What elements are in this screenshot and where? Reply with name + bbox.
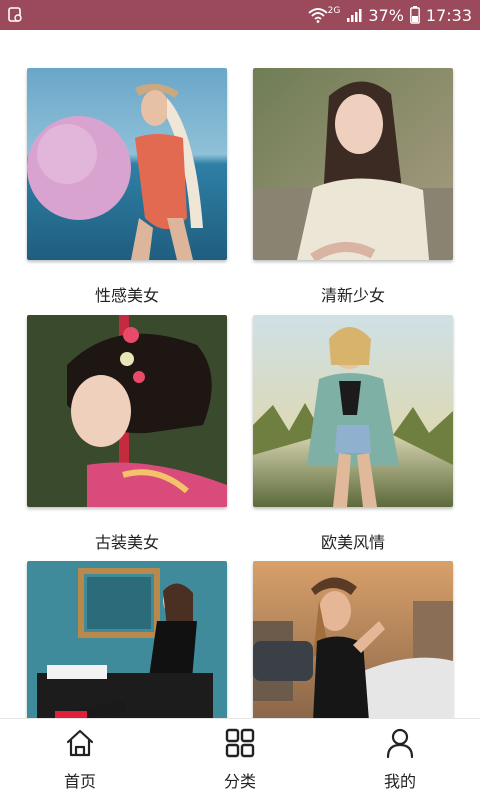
tab-category-label: 分类 xyxy=(223,772,256,791)
tab-mine[interactable]: 我的 xyxy=(320,719,480,801)
grid-icon xyxy=(225,728,255,758)
battery-icon xyxy=(409,6,420,24)
photo-kimono-woman[interactable] xyxy=(27,315,227,507)
tab-home-label: 首页 xyxy=(63,772,96,791)
category-card-5[interactable] xyxy=(27,561,227,718)
category-grid: 性感美女 清新少女 古装美女 欧美风情 xyxy=(0,30,480,718)
wifi-icon xyxy=(308,8,328,23)
screen-record-icon xyxy=(8,7,22,22)
network-type: 2G xyxy=(327,6,341,16)
battery-percent: 37% xyxy=(368,5,404,25)
category-label: 清新少女 xyxy=(320,286,385,305)
photo-young-woman[interactable] xyxy=(253,68,453,260)
category-label: 欧美风情 xyxy=(320,533,385,552)
category-card-4[interactable]: 欧美风情 xyxy=(253,315,453,552)
signal-icon xyxy=(347,9,362,22)
user-icon xyxy=(386,728,414,759)
tab-category[interactable]: 分类 xyxy=(160,719,320,801)
category-card-2[interactable]: 清新少女 xyxy=(253,68,453,305)
clock: 17:33 xyxy=(425,5,472,25)
tab-home[interactable]: 首页 xyxy=(0,719,160,801)
photo-piano-woman[interactable] xyxy=(27,561,227,718)
photo-western-woman[interactable] xyxy=(253,315,453,507)
category-card-3[interactable]: 古装美女 xyxy=(27,315,227,552)
status-bar: 2G 37% 17:33 xyxy=(0,0,480,30)
category-label: 古装美女 xyxy=(94,533,159,552)
status-indicators: 2G 37% 17:33 xyxy=(308,0,472,30)
photo-beach-woman[interactable] xyxy=(27,68,227,260)
category-label: 性感美女 xyxy=(94,286,159,305)
bottom-tab-bar: 首页 分类 我的 xyxy=(0,718,480,801)
category-card-6[interactable] xyxy=(253,561,453,718)
tab-mine-label: 我的 xyxy=(383,772,416,791)
home-icon xyxy=(66,729,94,757)
photo-street-woman[interactable] xyxy=(253,561,453,718)
category-card-1[interactable]: 性感美女 xyxy=(27,68,227,305)
